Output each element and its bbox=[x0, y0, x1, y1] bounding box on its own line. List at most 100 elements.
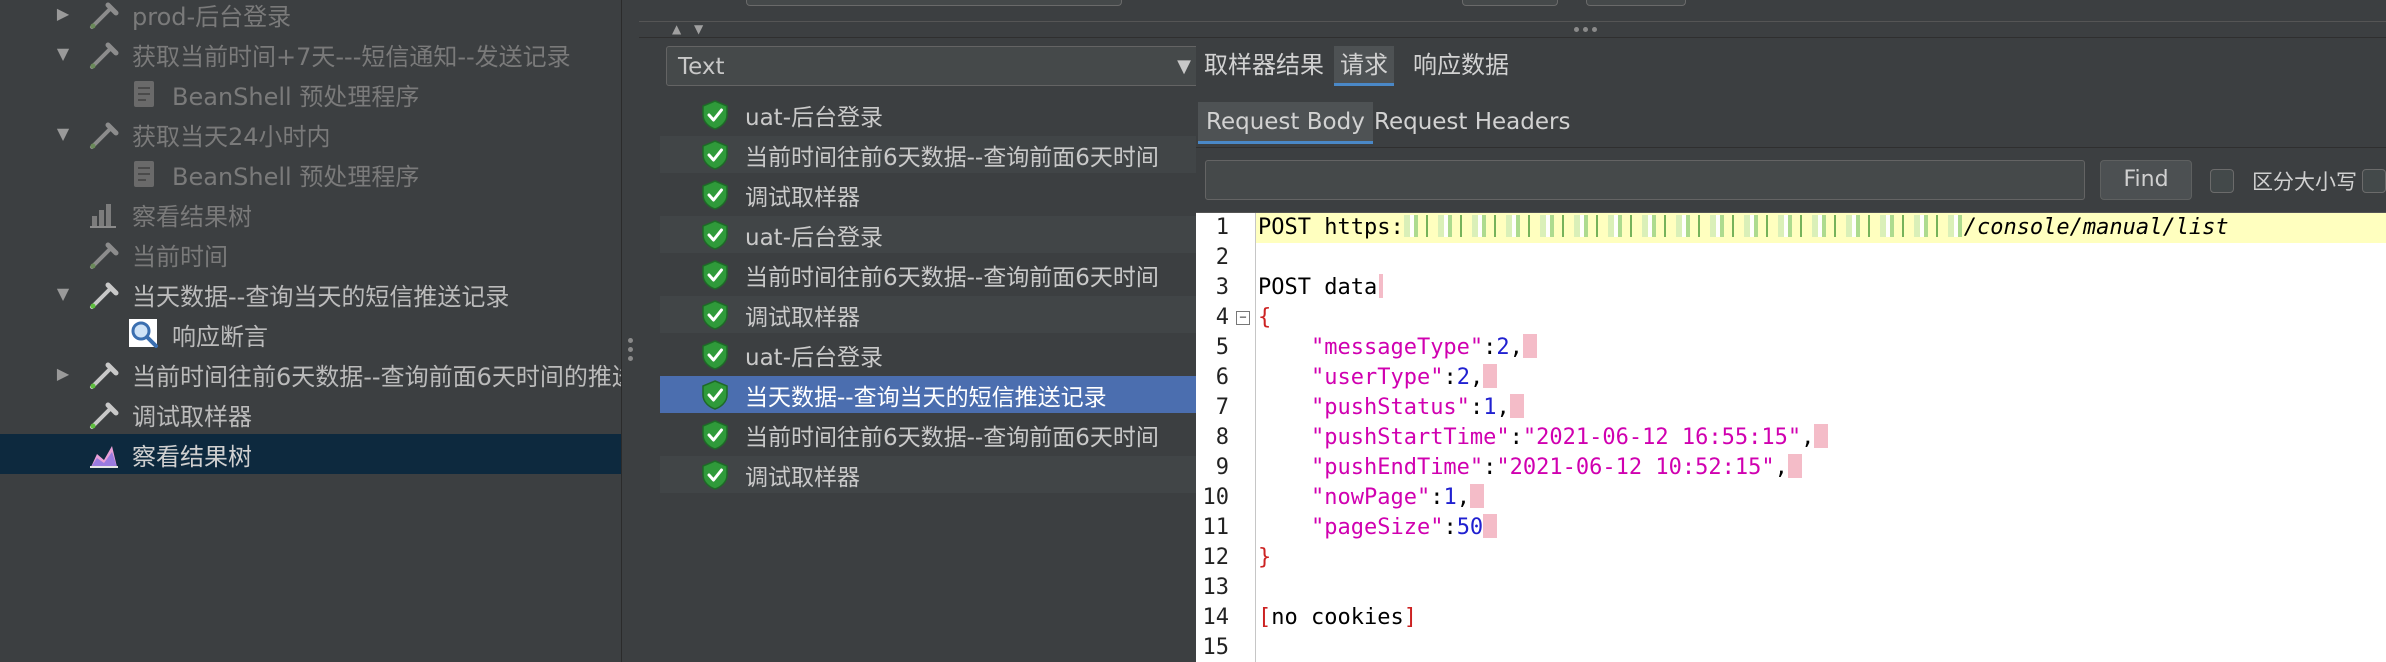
result-item[interactable]: 当前时间往前6天数据--查询前面6天时间 bbox=[660, 256, 1216, 293]
line-number: 1 bbox=[1215, 215, 1229, 240]
json-value: "2021-06-12 16:55:15" bbox=[1522, 425, 1802, 450]
tab-request[interactable]: 请求 bbox=[1334, 46, 1394, 86]
script-icon bbox=[126, 156, 162, 192]
result-item[interactable]: 当天数据--查询当天的短信推送记录 bbox=[660, 376, 1216, 413]
brace-marker bbox=[1379, 274, 1384, 298]
result-item[interactable]: 调试取样器 bbox=[660, 296, 1216, 333]
pipette-icon bbox=[86, 276, 122, 312]
line-number: 12 bbox=[1202, 545, 1230, 570]
tree-item[interactable]: ▶ 当前时间往前6天数据--查询前面6天时间的推送 bbox=[0, 354, 621, 394]
result-item[interactable]: 调试取样器 bbox=[660, 456, 1216, 493]
line-number: 8 bbox=[1215, 425, 1229, 450]
line-number: 9 bbox=[1215, 455, 1229, 480]
tree-item-label: 响应断言 bbox=[172, 322, 268, 351]
case-sensitive-checkbox[interactable] bbox=[2210, 169, 2234, 193]
request-body-editor[interactable]: 1 2 3 4 5 6 7 8 9 10 11 12 13 14 15− POST https:/conso… bbox=[1196, 212, 2386, 662]
tree-item[interactable]: BeanShell 预处理程序 bbox=[0, 154, 621, 194]
result-item[interactable]: uat-后台登录 bbox=[660, 216, 1216, 253]
tree-item[interactable]: 察看结果树 bbox=[0, 194, 621, 234]
close-brace: } bbox=[1258, 545, 1272, 570]
collapsed-arrow-icon[interactable]: ▶ bbox=[54, 365, 72, 383]
fold-collapse-icon[interactable]: − bbox=[1236, 311, 1250, 325]
tree-item-label: BeanShell 预处理程序 bbox=[172, 82, 420, 111]
tab-response-data[interactable]: 响应数据 bbox=[1407, 46, 1515, 86]
expand-arrow-icon[interactable]: ▼ bbox=[54, 125, 72, 143]
result-item[interactable]: 当前时间往前6天数据--查询前面6天时间 bbox=[660, 136, 1216, 173]
result-item[interactable]: uat-后台登录 bbox=[660, 336, 1216, 373]
line-number: 13 bbox=[1202, 575, 1230, 600]
line-number-gutter: 1 2 3 4 5 6 7 8 9 10 11 12 13 14 15− bbox=[1196, 213, 1256, 662]
post-data-label: POST data bbox=[1258, 275, 1378, 300]
results-list: uat-后台登录 当前时间往前6天数据--查询前面6天时间 调试取样器 uat-后台登… bbox=[660, 96, 1216, 662]
tree-item-label: BeanShell 预处理程序 bbox=[172, 162, 420, 191]
renderer-value: Text bbox=[678, 54, 725, 80]
magnifier-icon bbox=[126, 316, 162, 352]
result-item-label: 调试取样器 bbox=[745, 184, 860, 211]
result-item[interactable]: 调试取样器 bbox=[660, 176, 1216, 213]
json-value: "2021-06-12 10:52:15" bbox=[1496, 455, 1775, 480]
tab-sampler-result[interactable]: 取样器结果 bbox=[1198, 46, 1330, 86]
regex-checkbox[interactable] bbox=[2362, 169, 2386, 193]
top-button-2[interactable] bbox=[1586, 0, 1686, 6]
tree-item[interactable]: 调试取样器 bbox=[0, 394, 621, 434]
result-item[interactable]: uat-后台登录 bbox=[660, 96, 1216, 133]
chevron-down-icon: ▼ bbox=[1177, 56, 1191, 77]
json-field-line: "pushEndTime":"2021-06-12 10:52:15", bbox=[1258, 453, 1802, 483]
json-value: 2 bbox=[1496, 335, 1510, 360]
tree-item[interactable]: BeanShell 预处理程序 bbox=[0, 74, 621, 114]
json-key: "userType" bbox=[1310, 365, 1444, 390]
whitespace-marker bbox=[1483, 364, 1498, 388]
tab-request-headers[interactable]: Request Headers bbox=[1366, 102, 1578, 144]
tree-item[interactable]: 响应断言 bbox=[0, 314, 621, 354]
left-splitter[interactable] bbox=[621, 0, 639, 662]
line-number: 2 bbox=[1215, 245, 1229, 270]
expand-arrow-icon[interactable]: ▼ bbox=[54, 285, 72, 303]
result-item[interactable]: 当前时间往前6天数据--查询前面6天时间 bbox=[660, 416, 1216, 453]
collapse-up-icon[interactable]: ▲ bbox=[672, 22, 681, 36]
tree-item[interactable]: ▼ 获取当天24小时内 bbox=[0, 114, 621, 154]
json-value: 2 bbox=[1456, 365, 1470, 390]
tree-item[interactable]: ▼ 当天数据--查询当天的短信推送记录 bbox=[0, 274, 621, 314]
whitespace-marker bbox=[1787, 454, 1802, 478]
request-subtabs: Request Body Request Headers bbox=[1196, 98, 2386, 148]
pipette-icon bbox=[86, 356, 122, 392]
tree-item-label: 获取当天24小时内 bbox=[132, 122, 331, 151]
no-cookies-text: no cookies bbox=[1271, 605, 1404, 630]
json-key: "pushStatus" bbox=[1310, 395, 1470, 420]
detail-panel: 取样器结果 请求 响应数据 Request Body Request Heade… bbox=[1196, 38, 2386, 662]
top-field[interactable] bbox=[746, 0, 1122, 6]
json-value: 1 bbox=[1483, 395, 1497, 420]
search-input[interactable] bbox=[1205, 160, 2085, 200]
top-button-1[interactable] bbox=[1462, 0, 1558, 6]
result-item-label: 调试取样器 bbox=[745, 464, 860, 491]
success-shield-icon bbox=[701, 260, 729, 290]
json-key: "nowPage" bbox=[1310, 485, 1431, 510]
success-shield-icon bbox=[701, 340, 729, 370]
close-brace-line: } bbox=[1258, 543, 1271, 573]
tree-item[interactable]: 当前时间 bbox=[0, 234, 621, 274]
whitespace-marker bbox=[1509, 394, 1524, 418]
pipette-icon bbox=[86, 116, 122, 152]
expand-arrow-icon[interactable]: ▼ bbox=[54, 45, 72, 63]
post-data-line: POST data bbox=[1258, 273, 1384, 303]
request-path: /console/manual/list bbox=[1963, 215, 2229, 240]
result-item-label: 当前时间往前6天数据--查询前面6天时间 bbox=[745, 424, 1159, 451]
collapsed-arrow-icon[interactable]: ▶ bbox=[54, 5, 72, 23]
find-button[interactable]: Find bbox=[2100, 160, 2192, 200]
tree-item-label: 调试取样器 bbox=[132, 402, 252, 431]
tree-item[interactable]: ▼ 获取当前时间+7天---短信通知--发送记录 bbox=[0, 34, 621, 74]
collapse-down-icon[interactable]: ▼ bbox=[694, 22, 703, 36]
renderer-select[interactable]: Text ▼ bbox=[666, 46, 1206, 86]
horizontal-splitter[interactable]: ▲ ▼ bbox=[639, 22, 2386, 38]
line-number: 6 bbox=[1215, 365, 1229, 390]
tab-request-body[interactable]: Request Body bbox=[1198, 102, 1373, 144]
tree-item[interactable]: ▶ prod-后台登录 bbox=[0, 0, 621, 34]
script-icon bbox=[126, 76, 162, 112]
tree-item[interactable]: 察看结果树 bbox=[0, 434, 621, 474]
whitespace-marker bbox=[1522, 334, 1537, 358]
line-number: 5 bbox=[1215, 335, 1229, 360]
success-shield-icon bbox=[701, 180, 729, 210]
success-shield-icon bbox=[701, 220, 729, 250]
json-key: "pushEndTime" bbox=[1310, 455, 1484, 480]
test-plan-tree: ▶ prod-后台登录 ▼ 获取当前时间+7天---短信通知--发送记录 BeanShe… bbox=[0, 0, 621, 662]
